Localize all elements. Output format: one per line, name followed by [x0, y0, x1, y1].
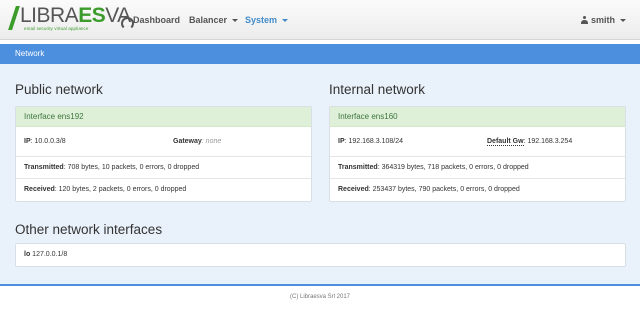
user-menu-dropdown[interactable]: smith — [581, 0, 627, 40]
transmitted-label: Transmitted — [24, 164, 64, 171]
public-network-heading: Public network — [15, 82, 103, 97]
ip-value: : 10.0.0.3/8 — [30, 138, 66, 145]
received-label: Received — [338, 186, 369, 193]
top-navbar: LIBRAESVA email security virtual applian… — [0, 0, 640, 40]
public-ip-row: IP: 10.0.0.3/8 Gateway: none — [16, 127, 311, 157]
main-content: Public network Interface ens192 IP: 10.0… — [0, 64, 640, 286]
ip-label: IP — [24, 138, 31, 145]
transmitted-label: Transmitted — [338, 164, 378, 171]
nav-balancer-dropdown[interactable]: Balancer — [189, 0, 239, 40]
public-received-row: Received: 120 bytes, 2 packets, 0 errors… — [16, 179, 311, 201]
public-transmitted-row: Transmitted: 708 bytes, 10 packets, 0 er… — [16, 157, 311, 179]
public-interface-heading: Interface ens192 — [16, 107, 311, 127]
page-title-bar: Network — [0, 44, 640, 64]
public-network-panel: Interface ens192 IP: 10.0.0.3/8 Gateway:… — [15, 106, 312, 202]
nav-system-label: System — [245, 15, 278, 25]
footer-copyright: (C) Libraesva Srl 2017 — [289, 294, 351, 300]
internal-ip-row: IP: 192.168.3.108/24 Default Gw: 192.168… — [330, 127, 625, 157]
caret-down-icon — [232, 18, 239, 22]
transmitted-value: : 364319 bytes, 718 packets, 0 errors, 0… — [377, 164, 529, 171]
caret-down-icon — [282, 18, 289, 22]
gateway-value: : none — [201, 138, 222, 145]
gateway-cell: Gateway: none — [173, 127, 221, 157]
internal-interface-heading: Interface ens160 — [330, 107, 625, 127]
default-gw-cell: Default Gw: 192.168.3.254 — [487, 127, 572, 157]
other-interfaces-panel: lo 127.0.0.1/8 — [15, 243, 626, 267]
internal-network-heading: Internal network — [329, 82, 426, 97]
default-gw-label: Default Gw — [487, 138, 524, 146]
nav-system-dropdown[interactable]: System — [245, 0, 289, 40]
nav-dashboard-label: Dashboard — [133, 15, 181, 25]
user-icon — [581, 16, 588, 24]
nav-balancer-label: Balancer — [189, 15, 228, 25]
user-name: smith — [591, 15, 616, 25]
received-value: : 120 bytes, 2 packets, 0 errors, 0 drop… — [54, 186, 187, 193]
logo-slash-icon — [8, 6, 18, 28]
brand-tagline: email security virtual appliance — [24, 26, 89, 31]
internal-network-panel: Interface ens160 IP: 192.168.3.108/24 De… — [329, 106, 626, 202]
internal-transmitted-row: Transmitted: 364319 bytes, 718 packets, … — [330, 157, 625, 179]
transmitted-value: : 708 bytes, 10 packets, 0 errors, 0 dro… — [63, 164, 200, 171]
nav-dashboard[interactable]: Dashboard — [121, 0, 180, 40]
ip-label: IP — [338, 138, 345, 145]
brand-name: LIBRAESVA — [20, 4, 131, 27]
other-interfaces-heading: Other network interfaces — [15, 222, 163, 237]
received-value: : 253437 bytes, 790 packets, 0 errors, 0… — [368, 186, 520, 193]
caret-down-icon — [620, 18, 627, 22]
page-title: Network — [15, 49, 45, 58]
internal-received-row: Received: 253437 bytes, 790 packets, 0 e… — [330, 179, 625, 201]
brand-logo[interactable]: LIBRAESVA email security virtual applian… — [8, 4, 131, 34]
gateway-label: Gateway — [173, 138, 202, 145]
ip-value: : 192.168.3.108/24 — [344, 138, 404, 145]
received-label: Received — [24, 186, 55, 193]
default-gw-value: : 192.168.3.254 — [523, 138, 573, 145]
lo-value: 127.0.0.1/8 — [30, 251, 68, 258]
dashboard-icon — [121, 16, 134, 30]
lo-interface-row: lo 127.0.0.1/8 — [16, 244, 625, 266]
